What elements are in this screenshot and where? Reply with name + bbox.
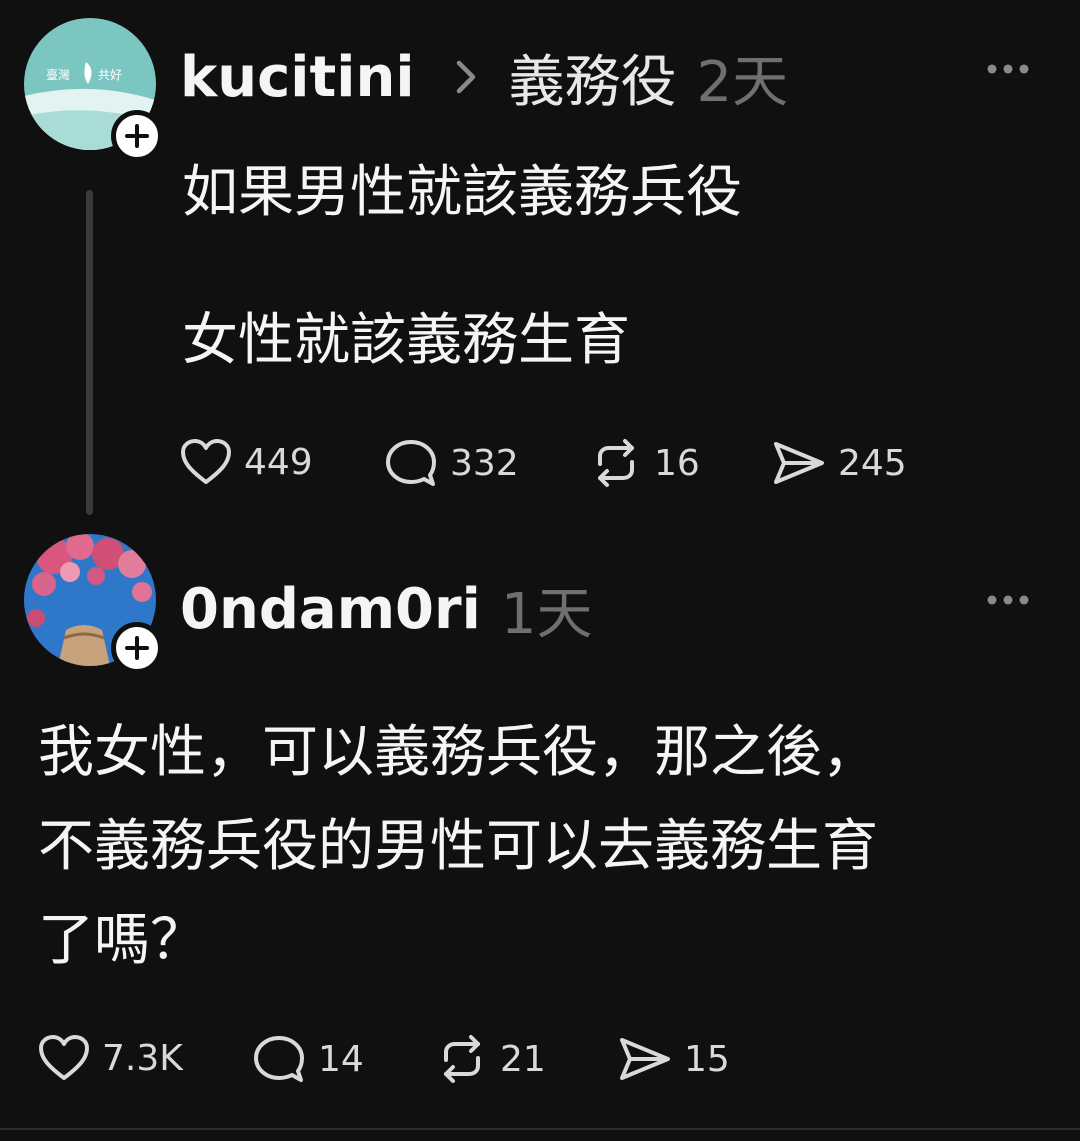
like-count: 7.3K bbox=[102, 1037, 183, 1079]
more-options-icon[interactable] bbox=[986, 593, 1030, 607]
post-1-line-1: 如果男性就該義務兵役 bbox=[182, 160, 742, 225]
repost-count: 16 bbox=[654, 442, 700, 484]
avatar-text-left: 臺灣 bbox=[46, 67, 70, 82]
repost-button[interactable]: 16 bbox=[590, 438, 700, 488]
plus-icon bbox=[125, 636, 149, 660]
reply-button[interactable]: 14 bbox=[252, 1034, 364, 1084]
chevron-right-icon bbox=[456, 60, 475, 94]
post-2-line-1: 我女性，可以義務兵役，那之後， bbox=[38, 720, 878, 785]
timestamp: 2天 bbox=[696, 49, 789, 115]
repost-icon bbox=[598, 439, 634, 487]
send-icon bbox=[620, 1038, 670, 1080]
like-count: 449 bbox=[244, 441, 313, 483]
repost-button[interactable]: 21 bbox=[436, 1034, 546, 1084]
share-button[interactable]: 15 bbox=[618, 1034, 730, 1084]
topic-tag[interactable]: 義務役 bbox=[509, 37, 677, 118]
send-icon bbox=[774, 442, 824, 484]
username[interactable]: kucitini bbox=[180, 45, 415, 110]
comment-icon bbox=[254, 1036, 304, 1082]
username[interactable]: 0ndam0ri bbox=[180, 577, 481, 642]
repost-count: 21 bbox=[500, 1038, 546, 1080]
avatar-text-right: 共好 bbox=[98, 68, 122, 82]
follow-button[interactable] bbox=[111, 110, 163, 162]
post-2-line-2: 不義務兵役的男性可以去義務生育 bbox=[38, 814, 878, 879]
reply-count: 332 bbox=[450, 442, 519, 484]
follow-button[interactable] bbox=[111, 622, 163, 674]
repost-icon bbox=[444, 1035, 480, 1083]
comment-icon bbox=[386, 440, 436, 486]
heart-icon bbox=[39, 1035, 89, 1080]
more-options-icon[interactable] bbox=[986, 62, 1030, 76]
thread-connector-line bbox=[86, 190, 93, 515]
share-count: 245 bbox=[838, 442, 907, 484]
post-2-header: 0ndam0ri 1天 bbox=[180, 572, 592, 647]
post-1-header: kucitini 義務役 2天 bbox=[180, 40, 788, 115]
reply-button[interactable]: 332 bbox=[384, 438, 519, 488]
plus-icon bbox=[125, 124, 149, 148]
reply-count: 14 bbox=[318, 1038, 364, 1080]
post-2-line-3: 了嗎？ bbox=[38, 908, 206, 973]
like-button[interactable]: 7.3K bbox=[38, 1034, 183, 1082]
heart-icon bbox=[181, 439, 231, 484]
timestamp: 1天 bbox=[500, 581, 593, 647]
post-1-line-3: 女性就該義務生育 bbox=[182, 308, 630, 373]
like-button[interactable]: 449 bbox=[180, 438, 313, 486]
share-button[interactable]: 245 bbox=[772, 438, 907, 488]
bottom-divider bbox=[0, 1128, 1080, 1130]
share-count: 15 bbox=[684, 1038, 730, 1080]
